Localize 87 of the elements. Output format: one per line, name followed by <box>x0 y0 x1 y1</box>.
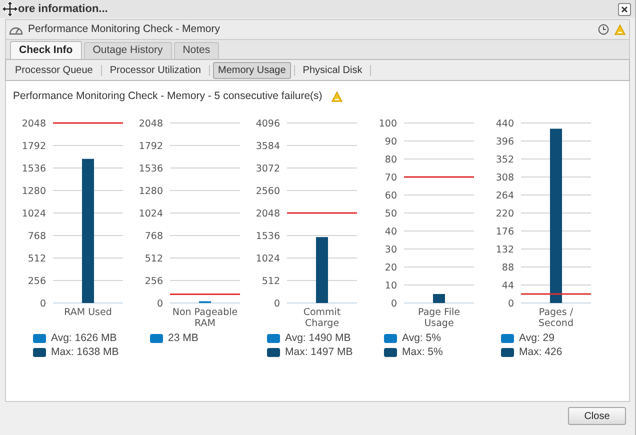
threshold-line <box>287 212 357 214</box>
axis-tick-label: 50 <box>384 208 397 220</box>
axis-tick-label: 512 <box>144 253 163 264</box>
threshold-line <box>404 176 474 178</box>
legend-label: Avg: 1626 MB <box>51 332 117 344</box>
bar <box>433 294 445 303</box>
legend-label: Avg: 5% <box>402 332 441 344</box>
axis-tick-label: 4096 <box>256 118 280 130</box>
axis-tick-label: 70 <box>384 172 397 184</box>
axis-tick-label: 1536 <box>256 230 280 242</box>
axis-tick-label: 220 <box>496 208 514 220</box>
axis-tick-label: 2560 <box>256 186 280 197</box>
axis-tick-label: 60 <box>384 190 397 202</box>
axis-tick-label: 1024 <box>256 253 280 264</box>
tab[interactable]: Check Info <box>10 41 82 59</box>
axis-tick-label: 2048 <box>138 118 163 130</box>
axis-tick-label: 44 <box>502 280 514 292</box>
axis-tick-label: 1024 <box>138 208 163 220</box>
category-label: Non Pageable RAM <box>172 306 238 329</box>
axis-tick-label: 264 <box>496 190 514 202</box>
axis-tick-label: 1536 <box>138 163 163 174</box>
axis-tick-label: 90 <box>384 136 397 148</box>
axis-tick-label: 1792 <box>138 140 163 152</box>
close-button[interactable] <box>618 2 631 16</box>
legend-label: 23 MB <box>168 332 198 344</box>
sub-tab[interactable]: Memory Usage <box>212 62 291 78</box>
axis-tick-label: 2048 <box>256 208 280 220</box>
axis-tick-label: 176 <box>496 226 514 238</box>
axis-tick-label: 88 <box>502 262 514 274</box>
bar <box>316 236 328 303</box>
axis-tick-label: 512 <box>262 276 280 287</box>
close-icon <box>621 6 628 12</box>
axis-tick-label: 40 <box>384 226 397 238</box>
axis-tick-label: 3072 <box>256 163 280 174</box>
clock-icon <box>598 24 609 35</box>
axis-tick-label: 768 <box>28 230 46 242</box>
sub-tab[interactable]: Processor Utilization <box>104 62 206 78</box>
axis-tick-label: 512 <box>28 253 46 264</box>
sub-tab[interactable]: Physical Disk <box>298 62 368 78</box>
axis-tick-label: 0 <box>390 298 397 310</box>
panel-title: Performance Monitoring Check - Memory <box>28 22 220 37</box>
axis-tick-label: 0 <box>40 298 46 310</box>
legend-label: Max: 1497 MB <box>285 346 353 358</box>
axis-tick-label: 10 <box>384 280 397 292</box>
axis-tick-label: 3584 <box>256 140 280 152</box>
legend-label: Max: 426 <box>519 346 562 358</box>
move-cursor-icon <box>2 1 18 17</box>
axis-tick-label: 20 <box>384 262 397 274</box>
axis-tick-label: 256 <box>144 276 163 287</box>
axis-tick-label: 1024 <box>22 208 46 220</box>
axis-tick-label: 0 <box>274 298 280 310</box>
axis-tick-label: 440 <box>496 118 514 130</box>
legend-label: Avg: 29 <box>519 332 554 344</box>
axis-tick-label: 132 <box>496 244 514 256</box>
axis-tick-label: 30 <box>384 244 397 256</box>
legend-label: Max: 5% <box>402 346 443 358</box>
tab[interactable]: Outage History <box>84 42 172 59</box>
category-label: Pages / Second <box>538 306 574 329</box>
threshold-line <box>521 293 591 294</box>
axis-tick-label: 0 <box>156 298 163 310</box>
category-label: Commit Charge <box>303 306 341 329</box>
axis-tick-label: 1536 <box>22 163 46 174</box>
axis-tick-label: 80 <box>384 154 397 166</box>
axis-tick-label: 2048 <box>22 118 46 130</box>
legend-label: Max: 1638 MB <box>51 346 119 358</box>
sub-tab[interactable]: Processor Queue <box>10 62 98 78</box>
axis-tick-label: 768 <box>144 230 163 242</box>
threshold-line <box>170 293 240 295</box>
axis-tick-label: 396 <box>496 136 514 148</box>
close-dialog-button[interactable]: Close <box>568 407 626 425</box>
window-title: ore information... <box>18 2 108 17</box>
heading: Performance Monitoring Check - Memory - 5 consecutive failure(s) <box>13 89 322 104</box>
axis-tick-label: 100 <box>378 118 397 130</box>
warning-icon <box>614 24 626 36</box>
category-label: Page File Usage <box>418 306 460 329</box>
axis-tick-label: 1280 <box>138 186 163 197</box>
category-label: RAM Used <box>64 306 112 318</box>
tab[interactable]: Notes <box>174 42 220 59</box>
axis-tick-label: 0 <box>508 298 514 310</box>
threshold-line <box>53 122 123 124</box>
axis-tick-label: 308 <box>496 172 514 184</box>
warning-icon <box>331 90 344 103</box>
legend-label: Avg: 1490 MB <box>285 332 351 344</box>
axis-tick-label: 1280 <box>22 186 46 197</box>
axis-tick-label: 256 <box>28 276 46 287</box>
axis-tick-label: 352 <box>496 154 514 166</box>
axis-tick-label: 1792 <box>22 140 46 152</box>
